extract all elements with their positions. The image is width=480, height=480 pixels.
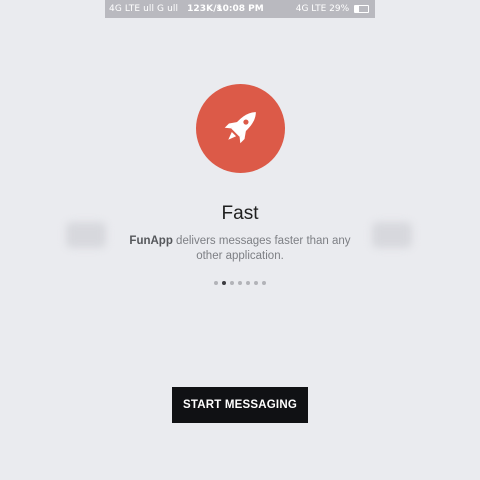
page-dot	[222, 281, 226, 285]
app-name: FunApp	[129, 235, 173, 247]
start-messaging-button[interactable]: START MESSAGING	[172, 387, 308, 423]
battery-info: 4G LTE 29%	[295, 4, 350, 14]
page-dot	[214, 281, 218, 285]
previous-slide-peek	[66, 222, 106, 248]
page-dot	[246, 281, 250, 285]
battery-icon	[354, 4, 369, 13]
page-dot	[230, 281, 234, 285]
rocket-icon	[196, 84, 285, 173]
page-dot	[262, 281, 266, 285]
page-dot	[238, 281, 242, 285]
rocket-graphic	[224, 112, 256, 144]
slide-title: Fast	[221, 203, 259, 224]
next-slide-peek	[372, 222, 412, 248]
status-bar: 4G LTE ull G ull 123K/s 10:08 PM 4G LTE …	[105, 0, 375, 18]
slide-description: FunApp delivers messages faster than any…	[120, 234, 360, 264]
page-dot	[254, 281, 258, 285]
status-right: 4G LTE 29%	[296, 4, 369, 14]
description-text: delivers messages faster than any other …	[172, 235, 351, 262]
page-indicator	[0, 281, 480, 285]
